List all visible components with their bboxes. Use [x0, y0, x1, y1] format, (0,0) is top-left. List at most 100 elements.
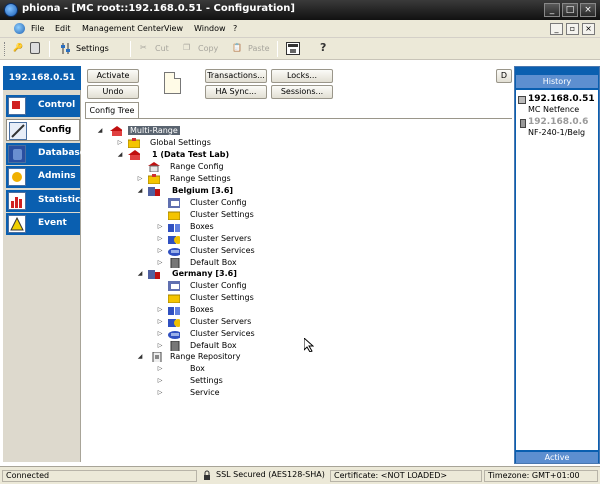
- expand-icon[interactable]: ▷: [156, 377, 164, 385]
- globe-icon: [14, 23, 25, 34]
- toolbar-grip: [4, 42, 7, 56]
- locks-button[interactable]: Locks...: [271, 69, 333, 83]
- mdi-minimize-button[interactable]: _: [550, 23, 563, 35]
- menu-view[interactable]: View: [164, 24, 183, 33]
- sidebar-item-database[interactable]: Database: [6, 143, 86, 165]
- expand-icon[interactable]: ▷: [136, 175, 144, 183]
- tree-node-label: Boxes: [190, 222, 214, 231]
- sidebar-item-admins[interactable]: Admins: [6, 166, 80, 188]
- connection-status: Connected: [2, 470, 197, 482]
- history-entry-icon: [518, 96, 526, 104]
- sidebar-item-label: Event: [38, 218, 67, 228]
- toolbar-separator: [130, 41, 131, 57]
- tree-node-label: Range Config: [170, 162, 224, 171]
- activate-button[interactable]: Activate: [87, 69, 139, 83]
- sidebar-item-statistics[interactable]: Statistics: [6, 190, 86, 212]
- menu-help[interactable]: ?: [233, 24, 237, 33]
- boxes-icon: [168, 224, 180, 232]
- tree-node-label: Cluster Settings: [190, 293, 254, 302]
- copy-button[interactable]: Copy: [198, 44, 218, 53]
- menu-file[interactable]: File: [31, 24, 44, 33]
- main-area: [0, 60, 600, 466]
- history-entry-icon: [520, 119, 526, 128]
- expand-icon[interactable]: ▷: [116, 139, 124, 147]
- menu-management-center[interactable]: Management Center: [82, 24, 164, 33]
- mdi-close-button[interactable]: ×: [582, 23, 595, 35]
- expand-icon[interactable]: ▷: [156, 306, 164, 314]
- lock-icon[interactable]: [30, 42, 40, 54]
- ha-sync-button[interactable]: HA Sync...: [205, 85, 267, 99]
- sidebar-item-config[interactable]: Config: [6, 119, 80, 141]
- status-bar: Connected SSL Secured (AES128-SHA) Certi…: [0, 466, 600, 484]
- repository-icon: [152, 352, 162, 362]
- ssl-status: SSL Secured (AES128-SHA): [216, 470, 325, 479]
- title-bar[interactable]: phiona - [MC root::192.168.0.51 - Config…: [0, 0, 600, 20]
- toolbar-separator: [49, 41, 50, 57]
- close-button[interactable]: ×: [580, 3, 596, 17]
- collapse-icon[interactable]: ◢: [136, 270, 144, 278]
- keys-icon[interactable]: 🔑: [13, 43, 25, 54]
- sidebar-item-label: Control: [38, 100, 76, 110]
- help-icon[interactable]: ?: [320, 41, 326, 54]
- menu-edit[interactable]: Edit: [55, 24, 71, 33]
- certificate-status: Certificate: <NOT LOADED>: [330, 470, 482, 482]
- folder-icon: [128, 138, 140, 148]
- cut-button[interactable]: Cut: [155, 44, 169, 53]
- sidebar-item-control[interactable]: Control: [6, 95, 80, 117]
- undo-button[interactable]: Undo: [87, 85, 139, 99]
- house-icon: [128, 150, 140, 160]
- d-button[interactable]: D: [496, 69, 512, 83]
- cluster-icon: [148, 270, 160, 279]
- document-icon: [164, 72, 181, 94]
- minimize-button[interactable]: _: [544, 3, 560, 17]
- toolbar: 🔑 Settings ✂ Cut ❐ Copy 📋 Paste ?: [0, 38, 600, 60]
- config-icon: [9, 122, 27, 140]
- transactions-button[interactable]: Transactions...: [205, 69, 267, 83]
- sidebar-item-label: Statistics: [38, 195, 86, 205]
- tree-node-label: Global Settings: [150, 138, 211, 147]
- event-icon: [8, 215, 26, 233]
- cut-icon: ✂: [140, 43, 147, 52]
- tree-node-label: Settings: [190, 376, 223, 385]
- box-icon: [170, 258, 180, 268]
- tree-node-label: Box: [190, 364, 205, 373]
- history-entry-title[interactable]: 192.168.0.51: [528, 94, 595, 104]
- history-entry-title[interactable]: 192.168.0.6: [528, 117, 588, 127]
- expand-icon[interactable]: ▷: [156, 365, 164, 373]
- tab-config-tree[interactable]: Config Tree: [85, 102, 139, 119]
- servers-icon: [168, 319, 180, 327]
- maximize-button[interactable]: □: [562, 3, 578, 17]
- paste-button[interactable]: Paste: [248, 44, 270, 53]
- padlock-icon: [203, 470, 211, 481]
- mdi-restore-button[interactable]: ▫: [566, 23, 579, 35]
- tree-node-label: Default Box: [190, 258, 237, 267]
- history-list: 192.168.0.51 MC Netfence 192.168.0.6 NF-…: [516, 90, 598, 450]
- admins-icon: [8, 168, 26, 186]
- collapse-icon[interactable]: ◢: [116, 151, 124, 159]
- tree-node-label: Boxes: [190, 305, 214, 314]
- expand-icon[interactable]: ▷: [156, 259, 164, 267]
- services-icon: [168, 331, 180, 339]
- servers-icon: [168, 236, 180, 244]
- expand-icon[interactable]: ▷: [156, 342, 164, 350]
- sidebar-item-event[interactable]: Event: [6, 213, 80, 235]
- expand-icon[interactable]: ▷: [156, 318, 164, 326]
- expand-icon[interactable]: ▷: [156, 235, 164, 243]
- expand-icon[interactable]: ▷: [156, 330, 164, 338]
- collapse-icon[interactable]: ◢: [96, 127, 104, 135]
- expand-icon[interactable]: ▷: [156, 223, 164, 231]
- window-title: phiona - [MC root::192.168.0.51 - Config…: [22, 3, 295, 14]
- expand-icon[interactable]: ▷: [156, 389, 164, 397]
- expand-icon[interactable]: ▷: [156, 247, 164, 255]
- menu-window[interactable]: Window: [194, 24, 226, 33]
- collapse-icon[interactable]: ◢: [136, 353, 144, 361]
- settings-button[interactable]: Settings: [76, 44, 109, 53]
- history-header[interactable]: History: [516, 75, 598, 88]
- collapse-icon[interactable]: ◢: [136, 187, 144, 195]
- network-icon[interactable]: [286, 42, 300, 55]
- tree-node-label: Cluster Services: [190, 246, 255, 255]
- cluster-config-icon: [168, 198, 180, 208]
- sessions-button[interactable]: Sessions...: [271, 85, 333, 99]
- sidebar-item-label: Config: [39, 125, 72, 135]
- tree-node-label: Cluster Servers: [190, 234, 252, 243]
